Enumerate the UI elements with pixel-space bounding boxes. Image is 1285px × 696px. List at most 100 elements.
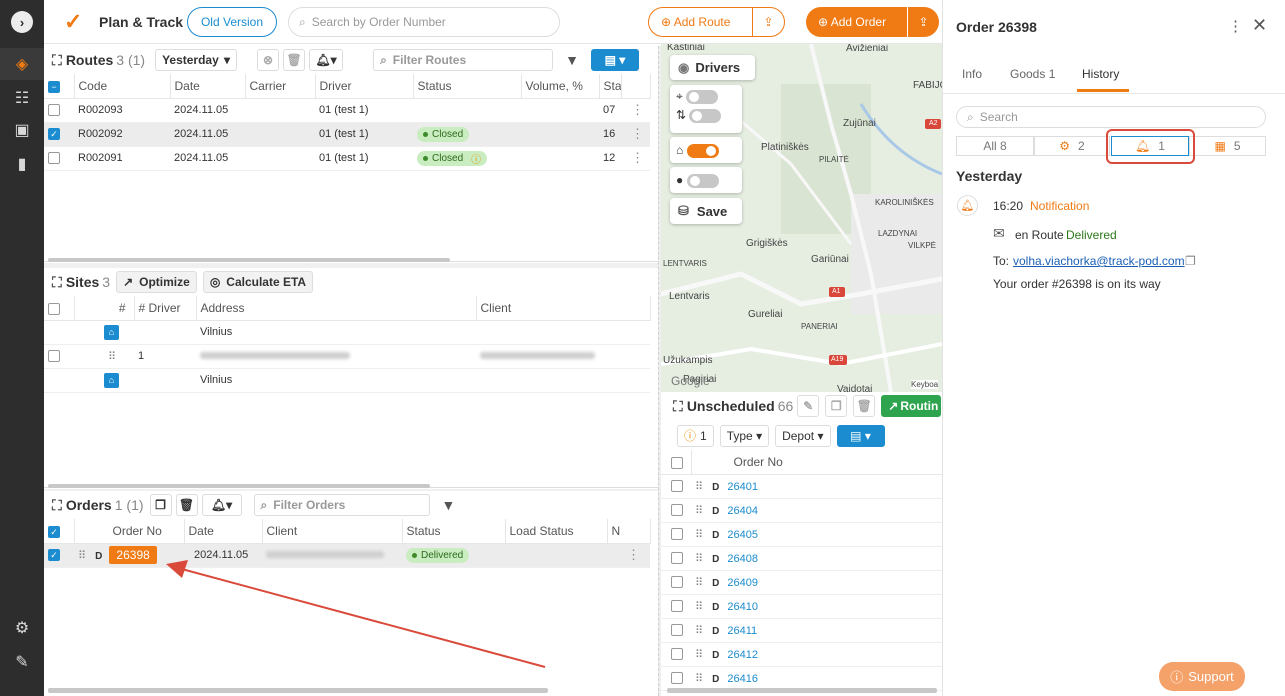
expand-sidebar-button[interactable]: › (0, 6, 44, 38)
row-checkbox[interactable] (671, 648, 683, 661)
column-client[interactable]: Client (476, 296, 651, 321)
order-link[interactable]: 26408 (727, 553, 758, 565)
drag-handle-icon[interactable]: ⠿ (695, 625, 703, 637)
copy-icon[interactable]: ❐ (1185, 254, 1196, 268)
table-row[interactable]: ✓ R002092 2024.11.05 01 (test 1) Closed … (44, 122, 650, 147)
column-order-no[interactable]: Order No (74, 519, 185, 544)
unscheduled-scrollbar[interactable] (667, 688, 937, 693)
sidebar-item-reports[interactable]: ▮ (0, 148, 44, 180)
select-all-checkbox[interactable] (661, 450, 692, 475)
order-link[interactable]: 26405 (727, 529, 758, 541)
table-row[interactable]: ⠿ D 26408 (661, 546, 942, 571)
period-select[interactable]: Yesterday ▾ (155, 49, 238, 71)
row-checkbox[interactable]: ✓ (44, 122, 74, 147)
warnings-filter[interactable]: ⓘ 1 (677, 424, 714, 447)
map-view[interactable]: Kastiniai Avižieniai FABIJONIŠKĖS Zujūna… (661, 44, 942, 392)
close-icon[interactable]: ✕ (1252, 15, 1267, 36)
sidebar-item-tasks[interactable]: ☷ (0, 82, 44, 114)
column-number[interactable]: # (74, 296, 135, 321)
drag-handle-icon[interactable]: ⠿ (695, 529, 703, 541)
table-row[interactable]: ⠿ D 26416 (661, 666, 942, 691)
table-row[interactable]: ⠿ D 26404 (661, 498, 942, 523)
expand-icon[interactable]: ⛶ (52, 497, 62, 514)
location-layer-toggle[interactable] (686, 173, 719, 188)
order-link[interactable]: 26401 (727, 481, 758, 493)
order-search-input[interactable]: ⌕ Search by Order Number (288, 7, 560, 37)
row-checkbox[interactable] (671, 576, 683, 589)
table-row[interactable]: ⠿ D 26412 (661, 642, 942, 667)
filter-settings[interactable]: ⚙ 2 (1034, 136, 1110, 156)
select-all-checkbox[interactable]: ✓ (44, 519, 75, 544)
drag-handle-icon[interactable]: ⠿ (695, 673, 703, 685)
row-checkbox[interactable] (671, 552, 683, 565)
drag-handle-icon[interactable]: ⠿ (78, 550, 86, 562)
copy-order-button[interactable]: ❐ (149, 494, 172, 516)
row-checkbox[interactable]: ✓ (44, 543, 74, 568)
column-volume[interactable]: Volume, % (521, 74, 600, 99)
depot-select[interactable]: Depot ▾ (775, 424, 831, 447)
column-driver-number[interactable]: # Driver (134, 296, 197, 321)
notify-route-button[interactable]: 🔔︎ ▾ (309, 49, 344, 71)
tab-info[interactable]: Info (962, 67, 982, 81)
order-number-badge[interactable]: 26398 (109, 546, 157, 564)
table-row[interactable]: ⠿ D 26405 (661, 522, 942, 547)
row-checkbox[interactable] (671, 624, 683, 637)
row-checkbox[interactable] (671, 672, 683, 685)
export-routes-button[interactable]: ▤ ▾ (590, 49, 639, 71)
cancel-route-button[interactable]: ⊗ (257, 49, 280, 71)
sites-scrollbar[interactable] (48, 484, 430, 488)
drag-handle-icon[interactable]: ⠿ (695, 577, 703, 589)
row-menu-icon[interactable]: ⋮ (621, 98, 650, 123)
drag-handle-icon[interactable]: ⠿ (695, 553, 703, 565)
expand-icon[interactable]: ⛶ (52, 274, 62, 291)
notify-order-button[interactable]: 🔔︎ ▾ (201, 494, 242, 516)
drag-handle-icon[interactable]: ⠿ (74, 344, 134, 369)
expand-icon[interactable]: ⛶ (52, 52, 62, 69)
pin-layer-toggle[interactable] (686, 89, 719, 104)
order-upload-button[interactable]: ⇪ (907, 7, 939, 37)
routes-scrollbar[interactable] (48, 258, 450, 262)
filter-routes-input[interactable]: ⌕ Filter Routes (373, 49, 554, 71)
table-row[interactable]: ⌂ Vilnius (44, 368, 650, 393)
order-link[interactable]: 26410 (727, 601, 758, 613)
column-n[interactable]: N (607, 519, 651, 544)
select-all-checkbox[interactable] (44, 296, 75, 321)
table-row[interactable]: R002091 2024.11.05 01 (test 1) Closed ⓘ 1… (44, 146, 650, 171)
type-select[interactable]: Type ▾ (719, 424, 770, 447)
funnel-icon[interactable]: ▼ (442, 497, 456, 513)
drag-handle-icon[interactable]: ⠿ (695, 649, 703, 661)
funnel-icon[interactable]: ▼ (565, 52, 579, 68)
order-link[interactable]: 26409 (727, 577, 758, 589)
optimize-button[interactable]: ↗ Optimize (116, 271, 197, 293)
row-checkbox[interactable] (671, 504, 683, 517)
column-status[interactable]: Status (402, 519, 506, 544)
route-upload-button[interactable]: ⇪ (752, 8, 784, 36)
table-row[interactable]: ⠿ D 26410 (661, 594, 942, 619)
drag-handle-icon[interactable]: ⠿ (695, 601, 703, 613)
table-row[interactable]: ⠿ D 26409 (661, 570, 942, 595)
row-checkbox[interactable] (44, 146, 74, 171)
row-checkbox[interactable] (671, 528, 683, 541)
filter-calendar[interactable]: ▦ 5 (1189, 136, 1266, 156)
delete-route-button[interactable]: 🗑 (283, 49, 306, 71)
expand-icon[interactable]: ⛶ (673, 398, 683, 415)
table-row[interactable]: ⠿ D 26401 (661, 474, 942, 499)
column-driver[interactable]: Driver (315, 74, 414, 99)
save-map-button[interactable]: ⛁ Save (670, 198, 742, 224)
column-code[interactable]: Code (74, 74, 171, 99)
delete-order-button[interactable]: 🗑 (175, 494, 198, 516)
column-carrier[interactable]: Carrier (245, 74, 316, 99)
drivers-button[interactable]: ◉ Drivers (670, 55, 755, 80)
copy-button[interactable]: ❐ (825, 395, 848, 417)
delete-button[interactable]: 🗑 (853, 395, 876, 417)
drag-handle-icon[interactable]: ⠿ (695, 481, 703, 493)
support-button[interactable]: ⓘ Support (1159, 662, 1245, 691)
row-checkbox[interactable] (44, 344, 74, 369)
add-order-button[interactable]: ⊕ Add Order (818, 15, 886, 29)
row-checkbox[interactable] (44, 98, 74, 123)
table-row[interactable]: ⌂ Vilnius (44, 320, 650, 345)
sidebar-item-drivers[interactable]: ▣ (0, 114, 44, 146)
depot-layer-toggle[interactable] (686, 143, 719, 158)
add-route-button[interactable]: ⊕ Add Route (661, 15, 730, 29)
row-checkbox[interactable] (671, 480, 683, 493)
